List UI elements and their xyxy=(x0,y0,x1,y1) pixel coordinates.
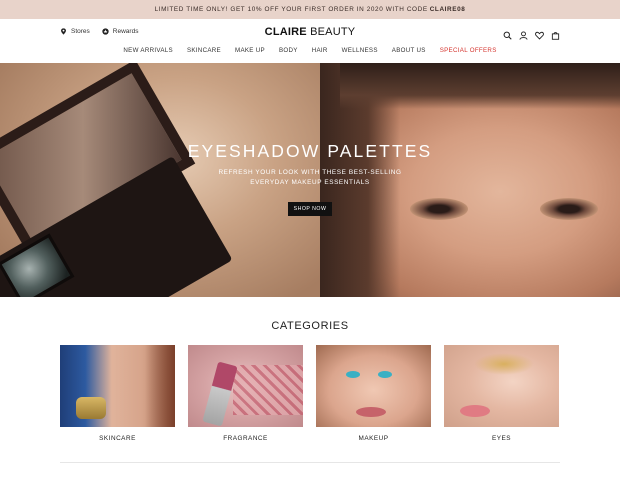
hair-shape xyxy=(145,345,175,427)
category-card-makeup[interactable]: MAKEUP xyxy=(316,345,431,442)
category-label: EYES xyxy=(491,435,512,442)
section-divider xyxy=(60,462,560,463)
category-image xyxy=(316,345,431,427)
category-label: MAKEUP xyxy=(358,435,389,442)
nav-skincare[interactable]: SKINCARE xyxy=(187,47,221,54)
category-label: SKINCARE xyxy=(99,435,136,442)
header-actions xyxy=(503,27,560,40)
eyeliner-shape xyxy=(346,371,360,378)
eyeshadow-shape xyxy=(474,353,534,375)
jar-shape xyxy=(76,397,106,419)
eyeliner-shape xyxy=(378,371,392,378)
nav-hair[interactable]: HAIR xyxy=(312,47,328,54)
pattern-shape xyxy=(233,365,303,415)
nav-wellness[interactable]: WELLNESS xyxy=(342,47,378,54)
hero-subtitle-line: EVERYDAY MAKEUP ESSENTIALS xyxy=(250,179,370,186)
main-nav: NEW ARRIVALS SKINCARE MAKE UP BODY HAIR … xyxy=(0,47,620,54)
category-grid: SKINCARE FRAGRANCE MAKEUP EYES xyxy=(60,345,560,442)
category-card-eyes[interactable]: EYES xyxy=(444,345,559,442)
category-card-fragrance[interactable]: FRAGRANCE xyxy=(188,345,303,442)
hero-title: EYESHADOW PALETTES xyxy=(187,141,433,161)
lips-shape xyxy=(460,405,490,417)
hero-copy: EYESHADOW PALETTES REFRESH YOUR LOOK WIT… xyxy=(180,141,440,216)
nav-special-offers[interactable]: SPECIAL OFFERS xyxy=(440,47,497,54)
category-card-skincare[interactable]: SKINCARE xyxy=(60,345,175,442)
nav-body[interactable]: BODY xyxy=(279,47,298,54)
nav-make-up[interactable]: MAKE UP xyxy=(235,47,265,54)
logo-brand: CLAIRE xyxy=(264,26,307,38)
category-image xyxy=(60,345,175,427)
categories-heading: CATEGORIES xyxy=(271,320,349,332)
model-hair-shape xyxy=(340,63,620,109)
bag-icon[interactable] xyxy=(551,27,560,40)
hero-banner[interactable]: EYESHADOW PALETTES REFRESH YOUR LOOK WIT… xyxy=(0,63,620,297)
nav-about-us[interactable]: ABOUT US xyxy=(392,47,426,54)
promo-text: LIMITED TIME ONLY! GET 10% OFF YOUR FIRS… xyxy=(154,6,428,13)
promo-bar: LIMITED TIME ONLY! GET 10% OFF YOUR FIRS… xyxy=(0,0,620,19)
category-label: FRAGRANCE xyxy=(223,435,268,442)
site-header: Stores Rewards CLAIRE BEAUTY NEW ARRIVAL… xyxy=(0,19,620,63)
logo-word: BEAUTY xyxy=(310,26,356,38)
promo-code: CLAIRE08 xyxy=(429,6,466,13)
category-image xyxy=(444,345,559,427)
hero-subtitle-line: REFRESH YOUR LOOK WITH THESE BEST-SELLIN… xyxy=(218,169,402,176)
account-icon[interactable] xyxy=(519,27,528,40)
search-icon[interactable] xyxy=(503,27,512,40)
shop-now-button[interactable]: SHOP NOW xyxy=(287,202,333,216)
model-eye-shape xyxy=(540,198,598,220)
category-image xyxy=(188,345,303,427)
hero-subtitle: REFRESH YOUR LOOK WITH THESE BEST-SELLIN… xyxy=(180,168,440,188)
heart-icon[interactable] xyxy=(535,27,544,40)
nav-new-arrivals[interactable]: NEW ARRIVALS xyxy=(123,47,173,54)
lips-shape xyxy=(356,407,386,417)
